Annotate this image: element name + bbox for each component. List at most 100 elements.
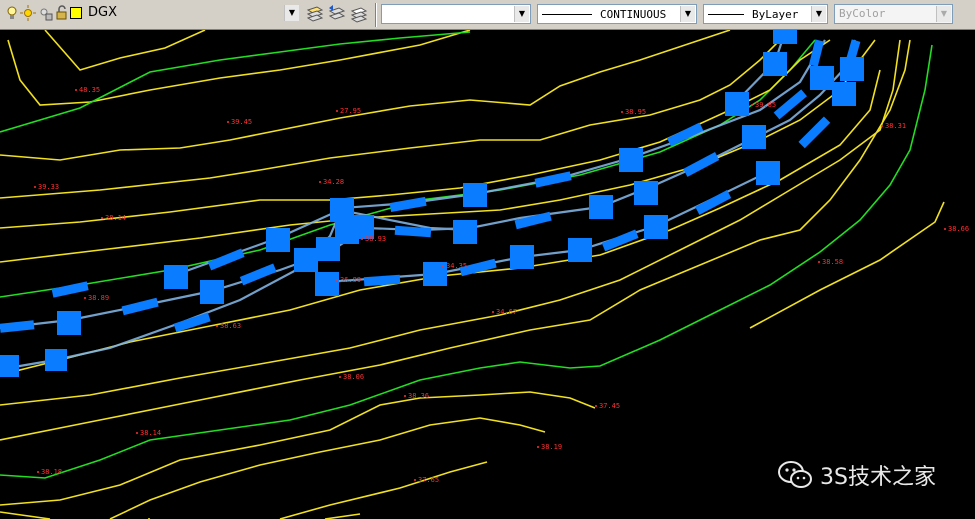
elevation-point[interactable]: 38.93 [361, 235, 386, 243]
elevation-point[interactable]: 39.33 [34, 183, 59, 191]
drawing-canvas[interactable]: 48.35 39.45 27.95 38.95 39.65 38.31 39.3… [0, 30, 975, 519]
grip [294, 248, 318, 272]
elevation-label: 38.19 [541, 443, 562, 451]
elevation-label: 48.35 [79, 86, 100, 94]
elevation-label: 39.65 [755, 101, 776, 109]
chevron-down-icon: ▼ [514, 6, 529, 22]
elevation-label: 38.58 [822, 258, 843, 266]
elevation-label: 34.35 [446, 262, 467, 270]
color-swatch-icon[interactable] [70, 7, 82, 19]
elevation-point[interactable]: 27.95 [336, 107, 361, 115]
lineweight-value: ByLayer [752, 8, 799, 21]
elevation-label: 34.28 [323, 178, 344, 186]
elevation-label: 38.63 [220, 322, 241, 330]
elevation-label: 38.31 [885, 122, 906, 130]
grip [0, 355, 19, 377]
lineweight-dropdown[interactable]: ByLayer ▼ [703, 4, 828, 24]
linetype-sample [542, 14, 592, 15]
layer-name: DGX [88, 5, 117, 20]
layer-previous-button[interactable] [327, 4, 347, 24]
elevation-point[interactable]: 38.66 [944, 225, 969, 233]
elevation-label: 37.45 [599, 402, 620, 410]
elevation-label: 38.89 [88, 294, 109, 302]
grip [463, 183, 487, 207]
elevation-point[interactable]: 38.89 [84, 294, 109, 302]
grip [756, 161, 780, 185]
layer-properties-toolbar: DGX ▼ ▼ CONTINUOUS ▼ ByLayer ▼ ByColor ▼ [0, 0, 975, 30]
elevation-label: 38.36 [408, 392, 429, 400]
grip [644, 215, 668, 239]
elevation-point[interactable]: 34.67 [492, 308, 517, 316]
elevation-label: 38.93 [365, 235, 386, 243]
watermark: 3S技术之家 [778, 458, 936, 492]
sun-icon[interactable] [20, 5, 36, 21]
grip [619, 148, 643, 172]
grip [57, 311, 81, 335]
layer-dropdown[interactable]: DGX ▼ [86, 4, 300, 24]
grip [832, 82, 856, 106]
toolbar-separator [375, 3, 377, 27]
elevation-point[interactable]: 37.45 [595, 402, 620, 410]
lightbulb-icon[interactable] [4, 5, 20, 21]
elevation-point[interactable]: 37.65 [414, 476, 439, 484]
elevation-label: 39.33 [38, 183, 59, 191]
watermark-text: 3S技术之家 [820, 465, 936, 490]
elevation-label: 34.67 [496, 308, 517, 316]
elevation-point[interactable]: 38.14 [136, 429, 161, 437]
grip [315, 272, 339, 296]
lineweight-sample [708, 14, 744, 15]
grip [568, 238, 592, 262]
elevation-point[interactable]: 36.89 [336, 276, 361, 284]
elevation-point[interactable]: 38.06 [339, 373, 364, 381]
freeze-viewport-icon[interactable] [37, 5, 53, 21]
layer-color-swatch [70, 7, 82, 19]
elevation-point[interactable]: 34.28 [319, 178, 344, 186]
plotstyle-value: ByColor [839, 7, 886, 20]
elevation-point[interactable]: 34.35 [442, 262, 467, 270]
grip [45, 349, 67, 371]
grip [810, 66, 834, 90]
elevation-point[interactable]: 38.31 [881, 122, 906, 130]
elevation-label: 38.18 [41, 468, 62, 476]
grip [200, 280, 224, 304]
elevation-point[interactable]: 38.36 [404, 392, 429, 400]
elevation-point[interactable]: 39.45 [227, 118, 252, 126]
elevation-point[interactable]: 38.18 [37, 468, 62, 476]
elevation-label: 38.06 [343, 373, 364, 381]
chevron-down-icon: ▼ [936, 6, 951, 22]
elevation-point[interactable]: 38.19 [537, 443, 562, 451]
elevation-point[interactable]: 48.35 [75, 86, 100, 94]
grip [589, 195, 613, 219]
grip [510, 245, 534, 269]
elevation-label: 38.95 [625, 108, 646, 116]
grip [266, 228, 290, 252]
layer-states-button[interactable] [349, 4, 369, 24]
grip [725, 92, 749, 116]
elevation-point[interactable]: 38.63 [216, 322, 241, 330]
elevation-point[interactable]: 39.65 [751, 101, 776, 109]
grip [164, 265, 188, 289]
make-layer-current-icon [306, 6, 324, 22]
linetype-dropdown[interactable]: CONTINUOUS ▼ [537, 4, 697, 24]
grip [763, 52, 787, 76]
chevron-down-icon: ▼ [811, 6, 826, 22]
color-control-dropdown[interactable]: ▼ [381, 4, 531, 24]
grip [840, 57, 864, 81]
make-layer-current-button[interactable] [305, 4, 325, 24]
layer-previous-icon [328, 5, 346, 20]
grip [634, 181, 658, 205]
linetype-value: CONTINUOUS [600, 8, 667, 21]
elevation-label: 39.45 [231, 118, 252, 126]
layer-states-icon [350, 7, 368, 23]
elevation-label: 27.95 [340, 107, 361, 115]
grip [453, 220, 477, 244]
lock-icon[interactable] [54, 5, 70, 21]
chevron-down-icon: ▼ [680, 6, 695, 22]
grip [773, 30, 797, 44]
elevation-point[interactable]: 38.95 [621, 108, 646, 116]
elevation-point[interactable]: 38.58 [818, 258, 843, 266]
elevation-point[interactable]: 38.14 [101, 214, 126, 222]
elevation-label: 38.14 [140, 429, 161, 437]
chevron-down-icon: ▼ [284, 5, 299, 21]
plotstyle-dropdown: ByColor ▼ [834, 4, 953, 24]
